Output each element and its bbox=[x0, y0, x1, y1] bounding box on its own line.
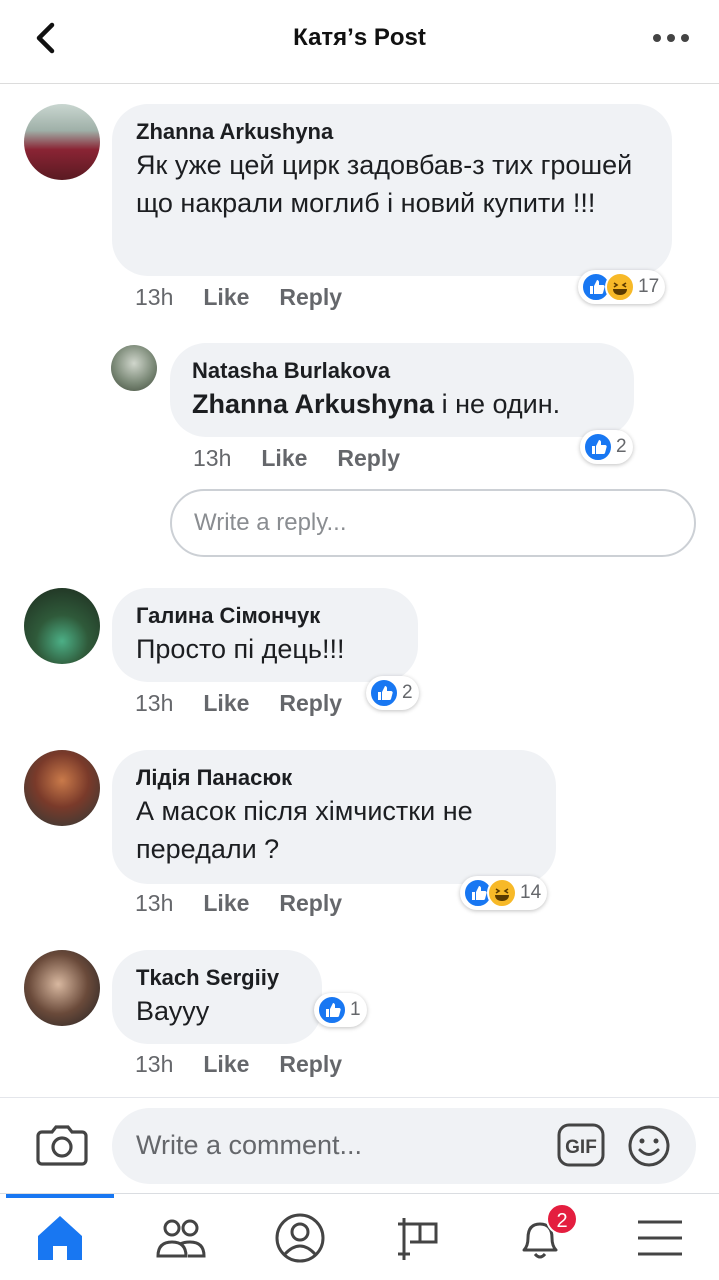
mention-link[interactable]: Zhanna Arkushyna bbox=[192, 389, 434, 419]
haha-icon bbox=[605, 272, 635, 302]
avatar[interactable] bbox=[24, 104, 100, 180]
menu-icon[interactable] bbox=[630, 1210, 690, 1266]
reaction-count: 17 bbox=[638, 276, 660, 297]
bottom-tab-bar bbox=[0, 1193, 719, 1280]
comment-text: Zhanna Arkushyna і не один. bbox=[192, 389, 561, 419]
comment-composer: Write a comment... bbox=[0, 1097, 719, 1193]
reply-button[interactable]: Reply bbox=[279, 284, 342, 310]
like-button[interactable]: Like bbox=[203, 1051, 249, 1077]
reaction-count: 2 bbox=[616, 436, 627, 457]
comment-time: 13h bbox=[135, 284, 174, 310]
comment-actions: 13h Like Reply bbox=[135, 1051, 372, 1078]
comment-author[interactable]: Галина Сімончук bbox=[136, 602, 396, 630]
comment-text: Вауyy bbox=[136, 996, 210, 1026]
comment-time: 13h bbox=[135, 690, 174, 716]
page-title: Катя’s Post bbox=[293, 24, 426, 51]
friends-icon[interactable] bbox=[150, 1210, 210, 1266]
reaction-summary[interactable]: 17 bbox=[578, 270, 666, 304]
gif-icon[interactable]: GIF bbox=[557, 1123, 605, 1167]
comment-author[interactable]: Zhanna Arkushyna bbox=[136, 118, 650, 146]
reply-button[interactable]: Reply bbox=[337, 445, 400, 471]
avatar[interactable] bbox=[24, 588, 100, 664]
reply-button[interactable]: Reply bbox=[279, 1051, 342, 1077]
reaction-count: 2 bbox=[402, 682, 413, 703]
top-bar: Катя’s Post bbox=[0, 0, 719, 84]
camera-icon[interactable] bbox=[36, 1122, 88, 1168]
comment-author[interactable]: Tkach Sergiiy bbox=[136, 964, 300, 992]
avatar[interactable] bbox=[24, 950, 100, 1026]
comment-input[interactable]: Write a comment... bbox=[112, 1108, 696, 1184]
like-button[interactable]: Like bbox=[203, 284, 249, 310]
like-button[interactable]: Like bbox=[203, 690, 249, 716]
comment-time: 13h bbox=[193, 445, 232, 471]
comment-bubble[interactable]: Natasha Burlakova Zhanna Arkushyna і не … bbox=[170, 343, 634, 437]
like-button[interactable]: Like bbox=[203, 890, 249, 916]
reply-button[interactable]: Reply bbox=[279, 690, 342, 716]
comment-time: 13h bbox=[135, 1051, 174, 1077]
notifications-badge: 2 bbox=[546, 1203, 578, 1235]
reaction-summary[interactable]: 2 bbox=[366, 676, 419, 710]
home-icon[interactable] bbox=[30, 1210, 90, 1266]
like-icon bbox=[583, 432, 613, 462]
comment-actions: 13h Like Reply bbox=[135, 890, 372, 917]
comment-bubble[interactable]: Галина Сімончук Просто пі дець!!! bbox=[112, 588, 418, 682]
haha-icon bbox=[487, 878, 517, 908]
reaction-count: 1 bbox=[350, 999, 361, 1020]
reaction-summary[interactable]: 14 bbox=[460, 876, 548, 910]
reply-input[interactable]: Write a reply... bbox=[170, 489, 696, 557]
more-options-icon[interactable] bbox=[651, 22, 691, 54]
reaction-summary[interactable]: 1 bbox=[314, 993, 367, 1027]
comment-author[interactable]: Natasha Burlakova bbox=[192, 357, 612, 385]
avatar[interactable] bbox=[24, 750, 100, 826]
comment-bubble[interactable]: Zhanna Arkushyna Як уже цей цирк задовба… bbox=[112, 104, 672, 276]
profile-icon[interactable] bbox=[270, 1210, 330, 1266]
avatar[interactable] bbox=[111, 345, 157, 391]
pages-flag-icon[interactable] bbox=[390, 1210, 450, 1266]
comment-time: 13h bbox=[135, 890, 174, 916]
like-icon bbox=[317, 995, 347, 1025]
svg-text:GIF: GIF bbox=[565, 1137, 597, 1158]
emoji-icon[interactable] bbox=[627, 1124, 671, 1168]
comment-bubble[interactable]: Лідія Панасюк А масок після хімчистки не… bbox=[112, 750, 556, 884]
comment-actions: 13h Like Reply bbox=[135, 284, 372, 311]
comment-actions: 13h Like Reply bbox=[193, 445, 430, 472]
reaction-summary[interactable]: 2 bbox=[580, 430, 633, 464]
reaction-count: 14 bbox=[520, 882, 542, 903]
comment-bubble[interactable]: Tkach Sergiiy Вауyy bbox=[112, 950, 322, 1044]
active-tab-indicator bbox=[6, 1194, 114, 1198]
comment-text: А масок після хімчистки не передали ? bbox=[136, 796, 473, 864]
like-button[interactable]: Like bbox=[261, 445, 307, 471]
comment-text: Просто пі дець!!! bbox=[136, 634, 345, 664]
like-icon bbox=[369, 678, 399, 708]
comment-actions: 13h Like Reply bbox=[135, 690, 372, 717]
comment-author[interactable]: Лідія Панасюк bbox=[136, 764, 534, 792]
reply-button[interactable]: Reply bbox=[279, 890, 342, 916]
comment-text: Як уже цей цирк задовбав-з тих грошей що… bbox=[136, 150, 633, 218]
